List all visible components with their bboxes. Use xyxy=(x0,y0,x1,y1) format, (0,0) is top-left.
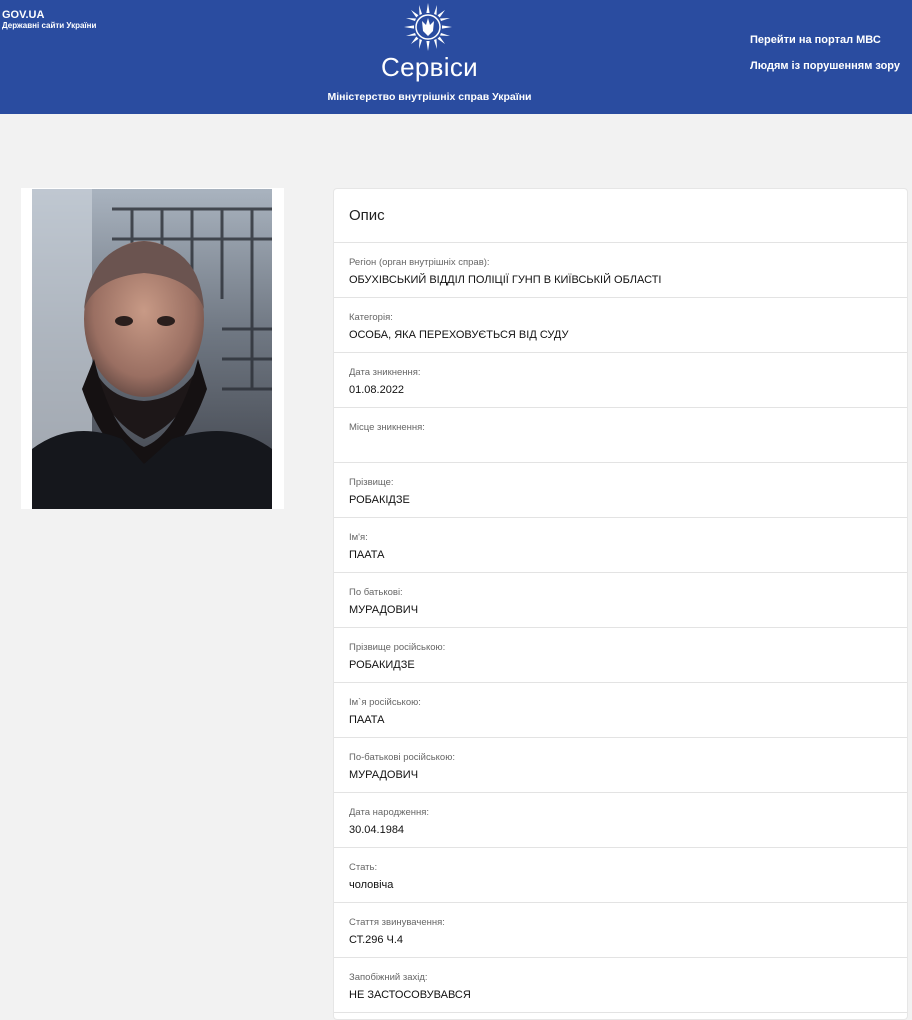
field-value: ПААТА xyxy=(349,714,385,726)
field-row: Ім`я російською: ПААТА xyxy=(334,683,907,738)
site-header: GOV.UA Державні сайти України Сервіси Мі… xyxy=(0,0,912,114)
field-value: СТ.296 Ч.4 xyxy=(349,934,404,946)
field-value: РОБАКИДЗЕ xyxy=(349,659,415,671)
field-value: ПААТА xyxy=(349,549,385,561)
field-value: 30.04.1984 xyxy=(349,824,405,836)
field-row: Стать: чоловіча xyxy=(334,848,907,903)
description-card: Опис Регіон (орган внутрішніх справ): ОБУ… xyxy=(333,188,908,1020)
field-label: Ім`я російською: xyxy=(349,697,421,708)
field-row: Прізвище: РОБАКІДЗЕ xyxy=(334,463,907,518)
field-row: Категорія: ОСОБА, ЯКА ПЕРЕХОВУЄТЬСЯ ВІД С… xyxy=(334,298,907,353)
field-label: Стаття звинувачення: xyxy=(349,917,445,928)
field-label: Дата зникнення: xyxy=(349,367,421,378)
field-row: Стаття звинувачення: СТ.296 Ч.4 xyxy=(334,903,907,958)
field-value: чоловіча xyxy=(349,879,394,891)
page-subtitle: Міністерство внутрішніх справ України xyxy=(327,91,532,103)
field-label: Стать: xyxy=(349,862,378,873)
field-label: Прізвище: xyxy=(349,477,394,488)
ministry-emblem-icon xyxy=(404,3,452,51)
field-row: Дата народження: 30.04.1984 xyxy=(334,793,907,848)
gov-ua-title: GOV.UA xyxy=(2,9,45,21)
field-label: Запобіжний захід: xyxy=(349,972,428,983)
mvs-portal-link[interactable]: Перейти на портал МВС xyxy=(750,33,900,47)
field-label: По-батькові російською: xyxy=(349,752,455,763)
field-row: По батькові: МУРАДОВИЧ xyxy=(334,573,907,628)
person-photo xyxy=(32,189,272,509)
accessibility-link[interactable]: Людям із порушенням зору xyxy=(750,59,900,73)
field-value: 01.08.2022 xyxy=(349,384,405,396)
field-label: Ім'я: xyxy=(349,532,368,543)
field-row: Ім'я: ПААТА xyxy=(334,518,907,573)
field-label: Регіон (орган внутрішніх справ): xyxy=(349,257,490,268)
gov-ua-link[interactable]: GOV.UA Державні сайти України xyxy=(2,9,96,31)
field-row: Запобіжний захід: НЕ ЗАСТОСОВУВАВСЯ xyxy=(334,958,907,1013)
header-links: Перейти на портал МВС Людям із порушення… xyxy=(750,33,900,85)
field-label: Місце зникнення: xyxy=(349,422,425,433)
field-label: Дата народження: xyxy=(349,807,430,818)
field-value: ОБУХІВСЬКИЙ ВІДДІЛ ПОЛІЦІЇ ГУНП В КИЇВСЬ… xyxy=(349,274,662,286)
field-value: ОСОБА, ЯКА ПЕРЕХОВУЄТЬСЯ ВІД СУДУ xyxy=(349,329,569,341)
field-label: По батькові: xyxy=(349,587,403,598)
gov-ua-subtitle: Державні сайти України xyxy=(2,21,97,30)
person-photo-frame xyxy=(21,188,284,509)
field-row: По-батькові російською: МУРАДОВИЧ xyxy=(334,738,907,793)
field-label: Прізвище російською: xyxy=(349,642,446,653)
card-title: Опис xyxy=(334,189,907,243)
field-row: Регіон (орган внутрішніх справ): ОБУХІВСЬ… xyxy=(334,243,907,298)
field-row: Місце зникнення: xyxy=(334,408,907,463)
field-row: Дата зникнення: 01.08.2022 xyxy=(334,353,907,408)
field-value: НЕ ЗАСТОСОВУВАВСЯ xyxy=(349,989,471,1001)
field-row: Прізвище російською: РОБАКИДЗЕ xyxy=(334,628,907,683)
field-value: МУРАДОВИЧ xyxy=(349,769,419,781)
field-label: Категорія: xyxy=(349,312,393,323)
field-value: РОБАКІДЗЕ xyxy=(349,494,410,506)
field-list: Регіон (орган внутрішніх справ): ОБУХІВСЬ… xyxy=(334,243,907,1013)
page-title: Сервіси xyxy=(381,52,478,82)
field-value: МУРАДОВИЧ xyxy=(349,604,419,616)
